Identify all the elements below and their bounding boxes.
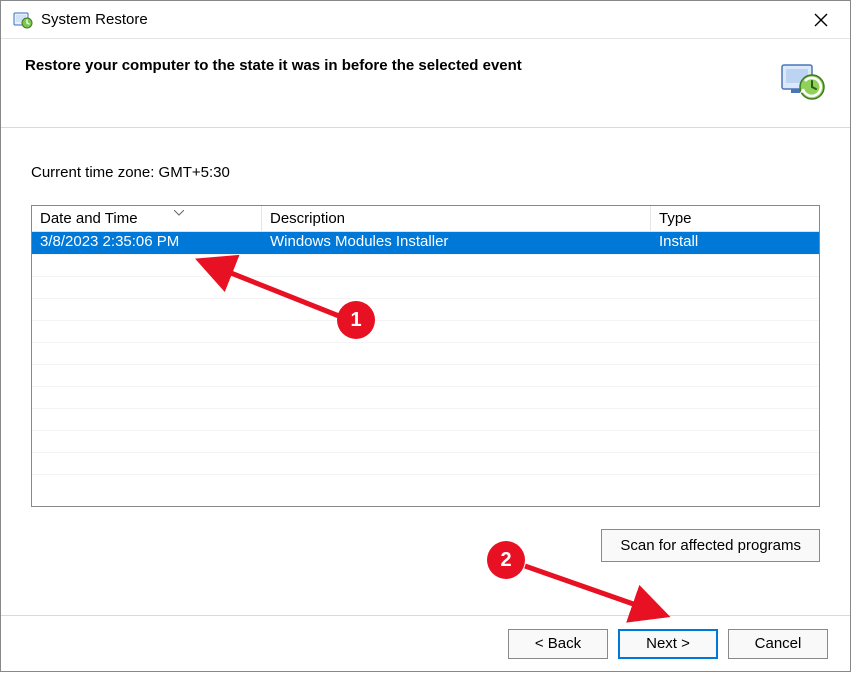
column-header-datetime-label: Date and Time	[40, 210, 138, 227]
table-row-empty	[32, 408, 819, 430]
table-row-empty	[32, 364, 819, 386]
table-row-empty	[32, 342, 819, 364]
cell-description: Windows Modules Installer	[262, 232, 651, 254]
system-restore-icon	[778, 57, 826, 105]
table-row[interactable]: 3/8/2023 2:35:06 PM Windows Modules Inst…	[32, 232, 819, 254]
restore-points-table: Date and Time Description Type 3/8/2023 …	[31, 205, 820, 507]
window-title: System Restore	[41, 11, 798, 28]
column-header-type-label: Type	[659, 210, 692, 227]
next-button[interactable]: Next >	[618, 629, 718, 659]
table-body: 3/8/2023 2:35:06 PM Windows Modules Inst…	[32, 232, 819, 502]
sort-descending-icon	[174, 208, 184, 219]
wizard-content: Current time zone: GMT+5:30 Date and Tim…	[1, 128, 850, 615]
scan-affected-programs-button[interactable]: Scan for affected programs	[601, 529, 820, 562]
system-restore-window: System Restore Restore your computer to …	[0, 0, 851, 672]
wizard-header: Restore your computer to the state it wa…	[1, 39, 850, 128]
table-row-empty	[32, 254, 819, 276]
column-header-description-label: Description	[270, 210, 345, 227]
table-row-empty	[32, 298, 819, 320]
cell-datetime: 3/8/2023 2:35:06 PM	[32, 232, 262, 254]
table-row-empty	[32, 430, 819, 452]
table-row-empty	[32, 474, 819, 496]
scan-row: Scan for affected programs	[31, 529, 820, 562]
table-row-empty	[32, 452, 819, 474]
cancel-button[interactable]: Cancel	[728, 629, 828, 659]
table-header-row: Date and Time Description Type	[32, 206, 819, 232]
column-header-datetime[interactable]: Date and Time	[32, 206, 262, 231]
column-header-type[interactable]: Type	[651, 206, 819, 231]
timezone-label: Current time zone: GMT+5:30	[31, 164, 820, 181]
page-heading: Restore your computer to the state it wa…	[25, 57, 758, 74]
column-header-description[interactable]: Description	[262, 206, 651, 231]
table-row-empty	[32, 320, 819, 342]
wizard-footer: < Back Next > Cancel	[1, 615, 850, 671]
back-button[interactable]: < Back	[508, 629, 608, 659]
system-restore-app-icon	[13, 10, 33, 30]
table-row-empty	[32, 276, 819, 298]
cell-type: Install	[651, 232, 819, 254]
table-row-empty	[32, 386, 819, 408]
close-button[interactable]	[798, 1, 844, 39]
titlebar: System Restore	[1, 1, 850, 39]
